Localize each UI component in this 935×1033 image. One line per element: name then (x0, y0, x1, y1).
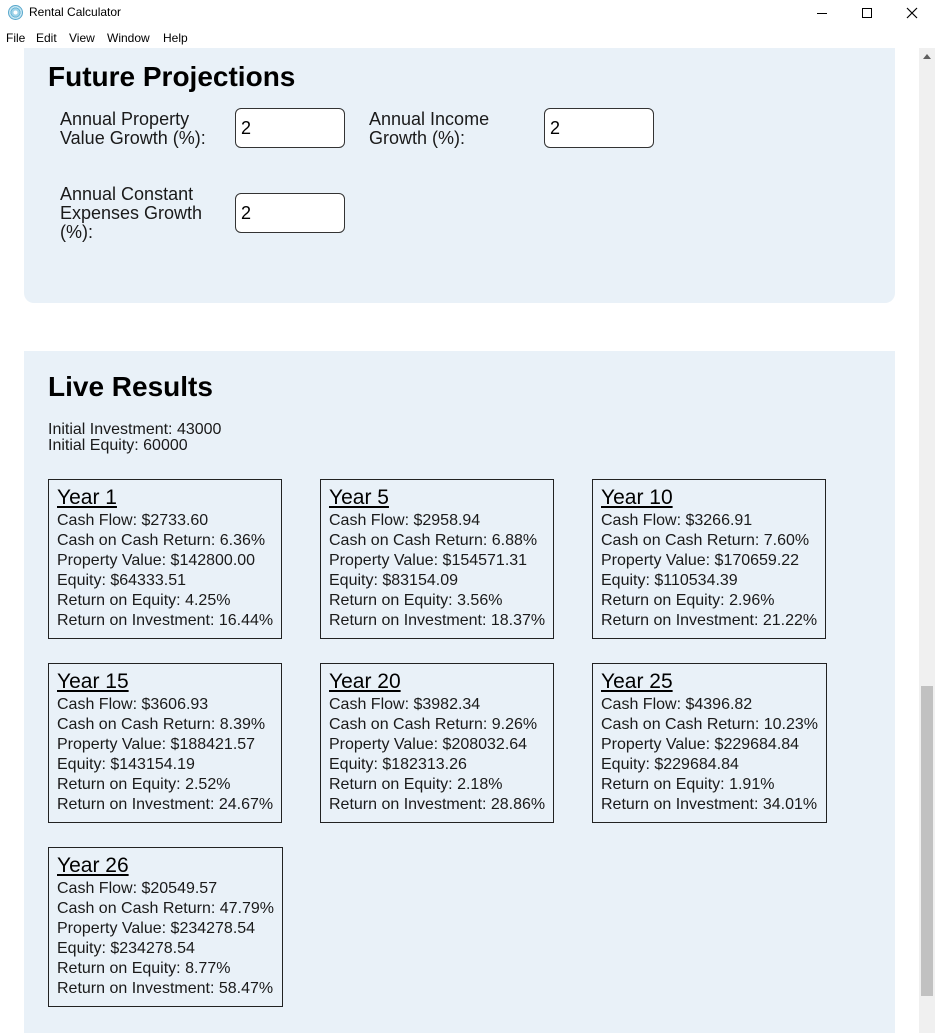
return-on-equity: Return on Equity: 2.18% (329, 776, 503, 793)
expenses-growth-input[interactable] (235, 193, 345, 233)
cash-flow: Cash Flow: $2733.60 (57, 512, 209, 529)
menu-view[interactable]: View (69, 31, 95, 45)
card-year-title: Year 20 (329, 670, 401, 693)
card-year-title: Year 10 (601, 486, 673, 509)
result-card-year-5: Year 5 Cash Flow: $2958.94 Cash on Cash … (320, 479, 554, 639)
section-title-projections: Future Projections (48, 61, 296, 92)
cash-on-cash-return: Cash on Cash Return: 9.26% (329, 716, 538, 733)
return-on-equity: Return on Equity: 1.91% (601, 776, 775, 793)
income-growth-input[interactable] (544, 108, 654, 148)
result-card-year-1: Year 1 Cash Flow: $2733.60 Cash on Cash … (48, 479, 282, 639)
menu-help[interactable]: Help (163, 31, 188, 45)
expenses-growth-label: Annual Constant Expenses Growth (%): (60, 184, 203, 242)
card-year-title: Year 5 (329, 486, 389, 509)
equity: Equity: $182313.26 (329, 756, 467, 773)
return-on-equity: Return on Equity: 2.96% (601, 592, 775, 609)
result-card-year-26: Year 26 Cash Flow: $20549.57 Cash on Cas… (48, 847, 283, 1007)
return-on-investment: Return on Investment: 28.86% (329, 796, 546, 813)
result-card-year-15: Year 15 Cash Flow: $3606.93 Cash on Cash… (48, 663, 282, 823)
close-icon (906, 7, 918, 19)
return-on-investment: Return on Investment: 34.01% (601, 796, 818, 813)
property-value: Property Value: $188421.57 (57, 736, 256, 753)
cash-on-cash-return: Cash on Cash Return: 7.60% (601, 532, 810, 549)
cash-flow: Cash Flow: $20549.57 (57, 880, 218, 897)
return-on-equity: Return on Equity: 3.56% (329, 592, 503, 609)
cash-flow: Cash Flow: $2958.94 (329, 512, 481, 529)
card-year-title: Year 26 (57, 854, 129, 877)
card-year-title: Year 1 (57, 486, 117, 509)
close-button[interactable] (889, 0, 935, 26)
return-on-investment: Return on Investment: 24.67% (57, 796, 274, 813)
property-value: Property Value: $154571.31 (329, 552, 528, 569)
scroll-up-button[interactable] (919, 48, 935, 65)
section-title-results: Live Results (48, 371, 213, 402)
result-card-year-10: Year 10 Cash Flow: $3266.91 Cash on Cash… (592, 479, 826, 639)
return-on-investment: Return on Investment: 16.44% (57, 612, 274, 629)
cash-on-cash-return: Cash on Cash Return: 6.36% (57, 532, 266, 549)
card-year-title: Year 15 (57, 670, 129, 693)
menu-file[interactable]: File (6, 31, 25, 45)
initial-investment: Initial Investment: 43000 (48, 421, 222, 438)
maximize-icon (862, 8, 872, 18)
cash-on-cash-return: Cash on Cash Return: 10.23% (601, 716, 819, 733)
app-icon (8, 5, 23, 20)
property-value: Property Value: $170659.22 (601, 552, 800, 569)
result-card-year-20: Year 20 Cash Flow: $3982.34 Cash on Cash… (320, 663, 554, 823)
cash-on-cash-return: Cash on Cash Return: 8.39% (57, 716, 266, 733)
minimize-button[interactable] (799, 0, 845, 26)
card-year-title: Year 25 (601, 670, 673, 693)
equity: Equity: $110534.39 (601, 572, 738, 589)
title-bar: Rental Calculator (0, 0, 935, 26)
return-on-equity: Return on Equity: 8.77% (57, 960, 231, 977)
content-viewport: Future Projections Annual Property Value… (0, 48, 919, 1033)
cash-flow: Cash Flow: $3606.93 (57, 696, 209, 713)
live-results-section: Live Results Initial Investment: 43000 I… (24, 351, 895, 1033)
cash-flow: Cash Flow: $4396.82 (601, 696, 753, 713)
return-on-investment: Return on Investment: 21.22% (601, 612, 818, 629)
minimize-icon (817, 12, 827, 14)
property-growth-input[interactable] (235, 108, 345, 148)
scrollbar-thumb[interactable] (921, 686, 933, 996)
equity: Equity: $229684.84 (601, 756, 739, 773)
return-on-equity: Return on Equity: 2.52% (57, 776, 231, 793)
property-value: Property Value: $142800.00 (57, 552, 256, 569)
income-growth-label: Annual Income Growth (%): (369, 109, 490, 148)
cash-on-cash-return: Cash on Cash Return: 6.88% (329, 532, 538, 549)
cash-flow: Cash Flow: $3982.34 (329, 696, 481, 713)
maximize-button[interactable] (844, 0, 890, 26)
equity: Equity: $83154.09 (329, 572, 458, 589)
property-value: Property Value: $229684.84 (601, 736, 800, 753)
chevron-up-icon (923, 54, 931, 59)
window-title: Rental Calculator (29, 5, 122, 19)
menu-edit[interactable]: Edit (36, 31, 57, 45)
property-value: Property Value: $208032.64 (329, 736, 528, 753)
vertical-scrollbar[interactable] (919, 48, 935, 1033)
return-on-investment: Return on Investment: 58.47% (57, 980, 274, 997)
property-growth-label: Annual Property Value Growth (%): (60, 109, 206, 148)
cash-on-cash-return: Cash on Cash Return: 47.79% (57, 900, 275, 917)
equity: Equity: $234278.54 (57, 940, 195, 957)
result-card-year-25: Year 25 Cash Flow: $4396.82 Cash on Cash… (592, 663, 827, 823)
menu-window[interactable]: Window (107, 31, 150, 45)
equity: Equity: $143154.19 (57, 756, 195, 773)
property-value: Property Value: $234278.54 (57, 920, 256, 937)
results-summary: Initial Investment: 43000 Initial Equity… (48, 422, 221, 454)
return-on-investment: Return on Investment: 18.37% (329, 612, 546, 629)
cash-flow: Cash Flow: $3266.91 (601, 512, 753, 529)
equity: Equity: $64333.51 (57, 572, 186, 589)
future-projections-section: Future Projections Annual Property Value… (24, 48, 895, 303)
initial-equity: Initial Equity: 60000 (48, 437, 188, 454)
return-on-equity: Return on Equity: 4.25% (57, 592, 231, 609)
menu-bar: File Edit View Window Help (0, 28, 935, 48)
